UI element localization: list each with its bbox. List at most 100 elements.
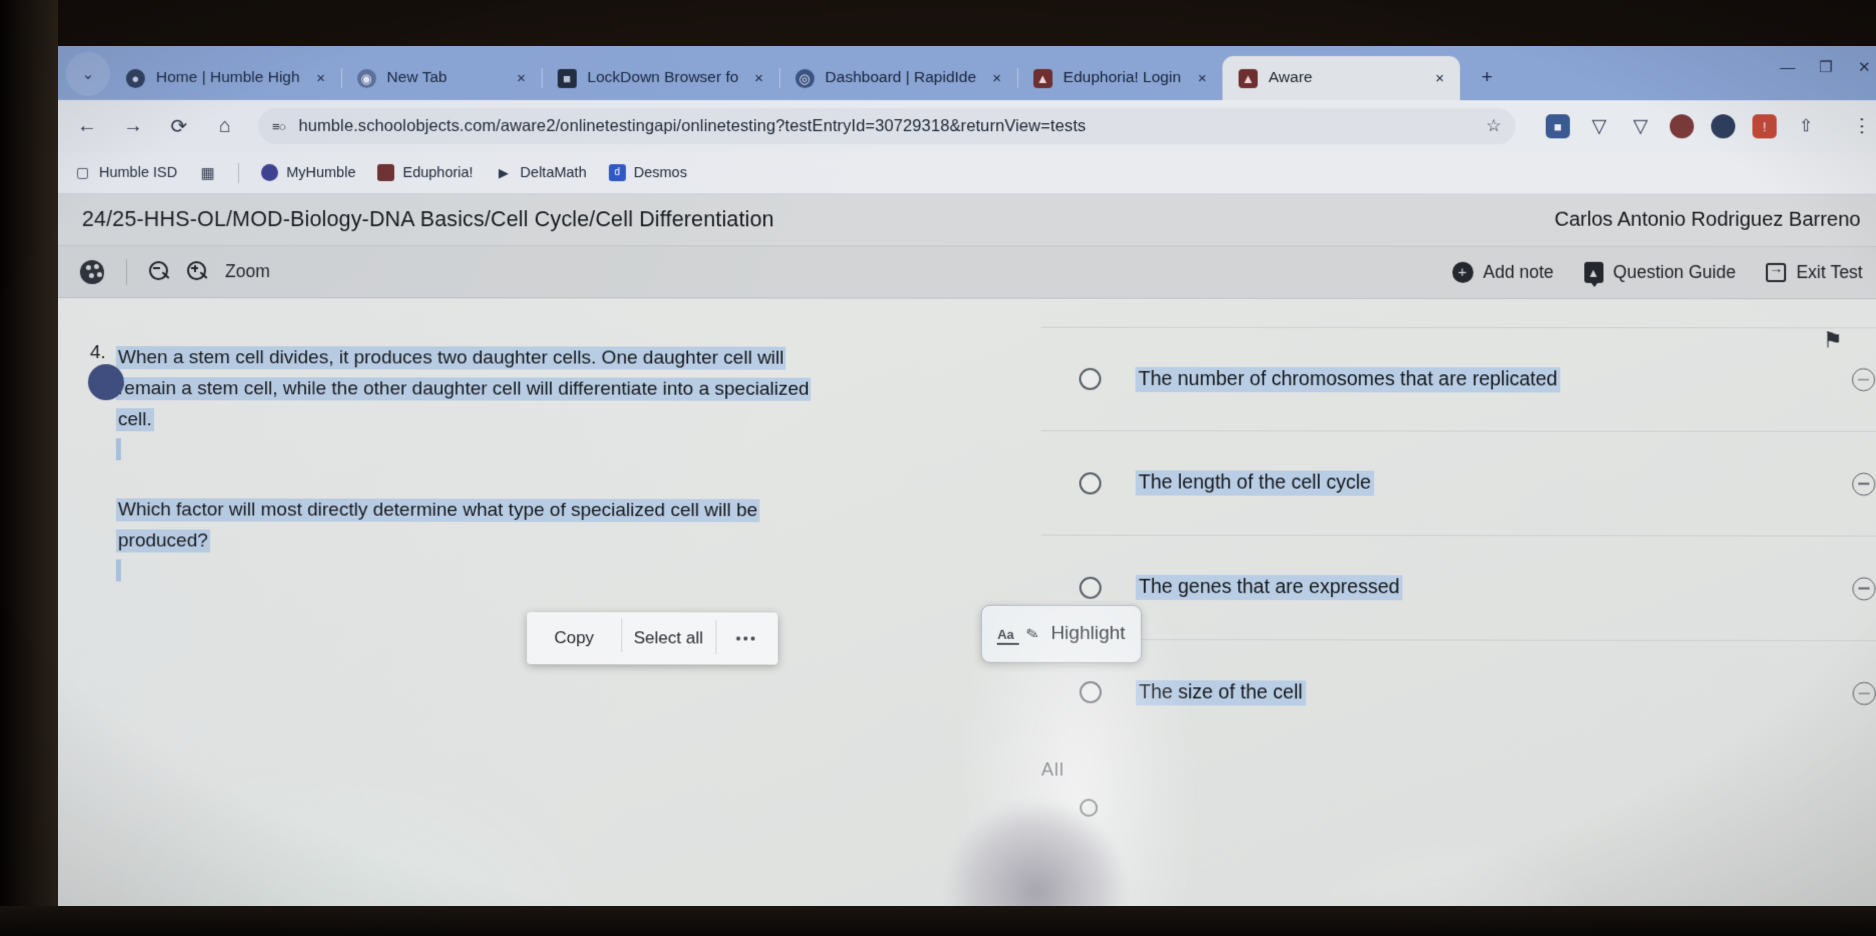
bookmark-eduphoria[interactable]: Eduphoria!: [377, 164, 473, 182]
new-tab-button[interactable]: +: [1470, 61, 1504, 95]
zoom-out-icon[interactable]: [149, 261, 171, 283]
rapididentity-icon: ◎: [794, 68, 815, 88]
restore-button[interactable]: ❐: [1818, 58, 1834, 76]
answer-choice-label: The length of the cell cycle: [1135, 470, 1375, 496]
test-toolbar: Zoom + Add note ▲ Question Guide Exit Te…: [57, 246, 1876, 300]
copy-button[interactable]: Copy: [527, 628, 621, 648]
radio-button[interactable]: [1079, 681, 1102, 704]
online-test-app: 24/25-HHS-OL/MOD-Biology-DNA Basics/Cell…: [57, 194, 1876, 932]
browser-menu-icon[interactable]: ⋮: [1852, 115, 1871, 138]
browser-toolbar: ← → ⟳ ⌂ ≡○ humble.schoolobjects.com/awar…: [57, 100, 1876, 153]
bookmark-label: Humble ISD: [99, 164, 178, 181]
close-icon[interactable]: ×: [311, 68, 331, 88]
address-bar[interactable]: ≡○ humble.schoolobjects.com/aware2/onlin…: [258, 108, 1516, 145]
question-stem-line: cell.: [116, 404, 993, 436]
more-options-button[interactable]: •••: [716, 630, 778, 647]
close-icon[interactable]: ×: [1192, 68, 1212, 88]
lockdown-icon: ■: [557, 68, 577, 88]
answer-choice[interactable]: The length of the cell cycle: [1040, 431, 1876, 537]
add-note-button[interactable]: + Add note: [1451, 261, 1554, 283]
radio-button[interactable]: [1079, 471, 1102, 494]
close-icon[interactable]: ×: [511, 68, 531, 88]
answer-choice[interactable]: The number of chromosomes that are repli…: [1040, 326, 1876, 433]
tab-label: Aware: [1268, 69, 1313, 87]
browser-tab-new-tab[interactable]: ◉ New Tab ×: [341, 56, 541, 100]
radio-button[interactable]: [1079, 576, 1102, 599]
answer-choice[interactable]: The genes that are expressed: [1041, 535, 1876, 642]
extension-blue-icon[interactable]: ■: [1545, 114, 1570, 139]
back-icon[interactable]: ←: [74, 115, 100, 138]
ghost-select-all-label: All: [1041, 759, 1065, 780]
answer-choice-label: The number of chromosomes that are repli…: [1135, 366, 1561, 392]
bookmark-humble-isd[interactable]: ▢ Humble ISD: [74, 164, 177, 181]
tab-label: Eduphoria! Login: [1063, 69, 1182, 87]
bookmark-desmos[interactable]: d Desmos: [608, 164, 687, 182]
bookmark-star-icon[interactable]: ☆: [1486, 116, 1501, 136]
eliminate-answer-icon[interactable]: [1851, 368, 1876, 392]
question-stem-line: When a stem cell divides, it produces tw…: [116, 342, 993, 374]
browser-tab-home-humble-high[interactable]: ● Home | Humble High ×: [110, 56, 341, 100]
zoom-label: Zoom: [225, 261, 270, 282]
humble-icon: ●: [126, 68, 146, 88]
question-guide-icon: ▲: [1583, 261, 1604, 284]
shield-icon[interactable]: ▽: [1587, 114, 1611, 138]
screen-glare: [118, 718, 680, 932]
close-icon[interactable]: ×: [987, 68, 1007, 88]
close-icon[interactable]: ×: [1430, 68, 1450, 88]
question-guide-label: Question Guide: [1613, 261, 1736, 283]
add-note-label: Add note: [1483, 261, 1554, 282]
question-stem: 4. When a stem cell divides, it produces…: [88, 342, 993, 589]
selection-handle[interactable]: [88, 364, 125, 401]
browser-tab-dashboard-rapididentity[interactable]: ◎ Dashboard | RapidIde ×: [779, 56, 1017, 100]
tab-search-chevron-icon[interactable]: ⌄: [65, 52, 111, 97]
close-window-button[interactable]: ✕: [1856, 58, 1872, 76]
highlight-label: Highlight: [1050, 622, 1126, 645]
eliminate-answer-icon[interactable]: [1852, 576, 1876, 600]
laptop-bezel-bottom: [0, 906, 1876, 936]
highlight-button[interactable]: Aa ✎ Highlight: [980, 604, 1142, 664]
bookmark-myhumble[interactable]: MyHumble: [261, 164, 356, 182]
eliminate-answer-icon[interactable]: [1852, 681, 1876, 706]
profile-icon[interactable]: [1669, 114, 1694, 139]
close-icon[interactable]: ×: [749, 68, 769, 88]
answer-choice-label: The genes that are expressed: [1135, 574, 1403, 601]
color-palette-icon[interactable]: [80, 259, 105, 284]
exit-test-label: Exit Test: [1796, 262, 1863, 283]
eliminate-answer-icon[interactable]: [1852, 472, 1876, 496]
student-name: Carlos Antonio Rodriguez Barreno: [1554, 208, 1861, 231]
question-prompt-line: Which factor will most directly determin…: [116, 494, 993, 526]
address-bar-url: humble.schoolobjects.com/aware2/onlinete…: [298, 116, 1086, 135]
bookmark-divider: [238, 162, 240, 183]
browser-tab-aware[interactable]: ▲ Aware ×: [1222, 56, 1460, 101]
sync-icon[interactable]: [1711, 114, 1736, 139]
zoom-in-icon[interactable]: [187, 261, 209, 283]
shield-alt-icon[interactable]: ▽: [1628, 114, 1652, 138]
selection-caret-line: [116, 556, 993, 588]
chrome-icon: ◉: [356, 68, 376, 88]
select-all-button[interactable]: Select all: [621, 628, 715, 648]
browser-tab-eduphoria-login[interactable]: ▲ Eduphoria! Login ×: [1017, 56, 1222, 100]
answer-choice[interactable]: The size of the cell: [1041, 640, 1876, 746]
bookmarks-bar: ▢ Humble ISD ▦ MyHumble Eduphoria! ▶ Del…: [57, 152, 1876, 195]
bookmark-deltamath[interactable]: ▶ DeltaMath: [495, 164, 587, 181]
hand-shadow: [940, 738, 1133, 930]
selection-caret-line: [116, 435, 993, 467]
minimize-button[interactable]: —: [1780, 59, 1796, 76]
bookmark-apps-grid[interactable]: ▦: [199, 164, 216, 182]
exit-test-button[interactable]: Exit Test: [1766, 262, 1863, 283]
browser-tab-lockdown-browser[interactable]: ■ LockDown Browser for ×: [541, 56, 779, 100]
question-guide-button[interactable]: ▲ Question Guide: [1583, 261, 1736, 284]
selection-context-menu: Copy Select all •••: [526, 612, 778, 665]
answer-choice-label: The size of the cell: [1135, 679, 1306, 706]
share-icon[interactable]: ⇧: [1794, 114, 1818, 138]
deltamath-icon: ▶: [498, 164, 509, 180]
reload-icon[interactable]: ⟳: [166, 114, 192, 139]
question-body: ⚑ 4. When a stem cell divides, it produc…: [58, 298, 1876, 932]
forward-icon[interactable]: →: [120, 115, 146, 138]
eduphoria-icon: ▲: [1238, 68, 1258, 88]
site-settings-icon[interactable]: ≡○: [272, 119, 285, 134]
home-icon[interactable]: ⌂: [212, 115, 238, 138]
radio-button[interactable]: [1079, 367, 1102, 391]
browser-tab-strip: ⌄ ● Home | Humble High × ◉ New Tab × ■ L…: [57, 46, 1876, 101]
alert-icon[interactable]: !: [1752, 114, 1777, 139]
